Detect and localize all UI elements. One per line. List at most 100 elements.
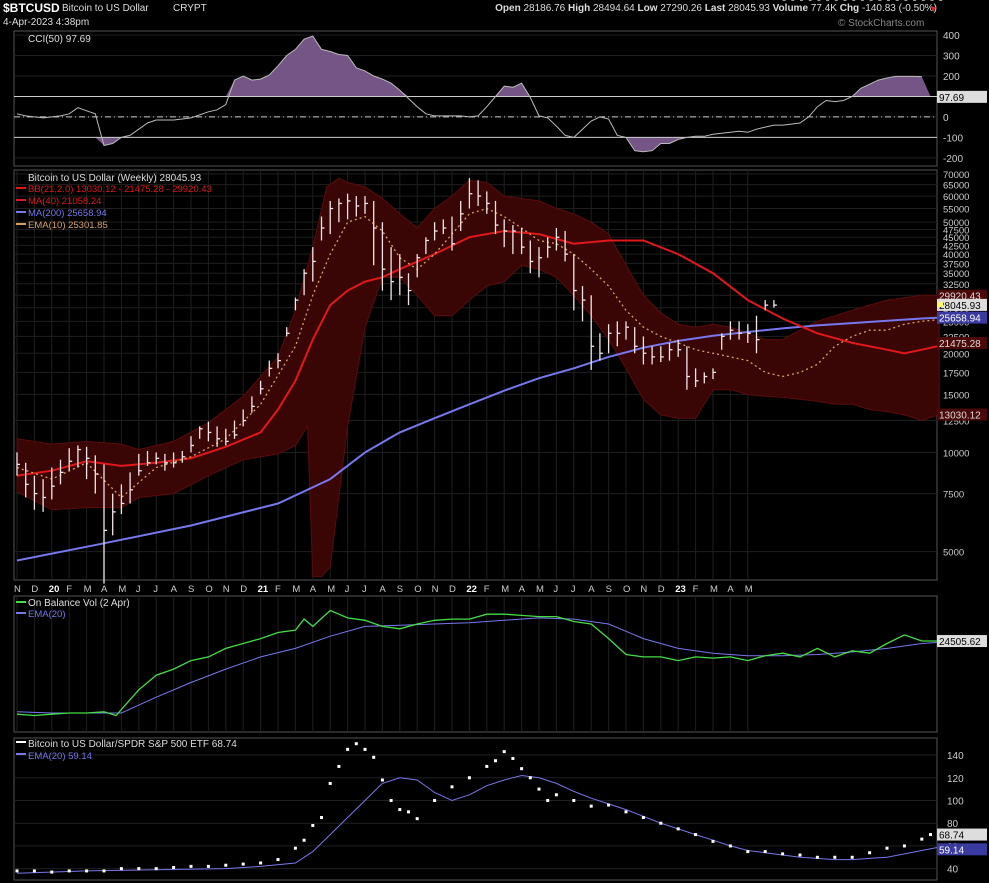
- ratio-point-45: [607, 803, 611, 807]
- x-axis-label-22: S: [397, 584, 403, 595]
- x-axis-label-15: F: [275, 584, 281, 595]
- x-axis-label-39: F: [693, 584, 699, 595]
- price-tick-1: 65000: [943, 181, 969, 192]
- ratio-point-43: [572, 798, 576, 802]
- x-axis-label-37: D: [658, 584, 665, 595]
- x-axis-label-33: A: [588, 584, 595, 595]
- ratio-tick-5: 40: [947, 865, 959, 876]
- price-last-label: 28045.93: [939, 301, 981, 312]
- cci-tick-5: -100: [943, 133, 963, 144]
- obv-legend-swatch: [16, 601, 26, 603]
- price-tick-20: 10000: [943, 448, 969, 459]
- x-axis-label-31: J: [553, 584, 558, 595]
- price-tick-18: 15000: [943, 390, 969, 401]
- ratio-point-57: [815, 855, 819, 859]
- x-axis-label-0: N: [14, 584, 21, 595]
- ratio-panel: [13, 737, 938, 881]
- price-bb-mid-label: 21475.28: [939, 339, 981, 350]
- x-axis-label-29: A: [519, 584, 526, 595]
- ratio-point-63: [920, 837, 924, 841]
- cci-tick-4: 0: [943, 113, 949, 124]
- ratio-point-41: [546, 798, 550, 802]
- price-legend-0: BB(21,2.0) 13030.12 - 21475.28 - 29920.4…: [28, 184, 212, 195]
- ratio-point-19: [320, 816, 323, 820]
- x-axis-label-24: N: [432, 584, 439, 595]
- x-axis-label-6: M: [118, 584, 126, 595]
- x-axis-label-18: M: [327, 584, 335, 595]
- ratio-point-30: [415, 817, 419, 821]
- ratio-point-22: [346, 747, 350, 751]
- ratio-tick-3: 80: [947, 819, 959, 830]
- price-tick-21: 7500: [943, 490, 964, 501]
- x-axis-label-5: A: [101, 584, 108, 595]
- cci-tick-1: 300: [943, 52, 960, 63]
- x-axis-label-14: 21: [258, 584, 269, 595]
- ratio-point-13: [241, 862, 245, 866]
- price-legend-swatch-2: [16, 211, 26, 213]
- ratio-point-34: [485, 764, 489, 768]
- ratio-point-60: [868, 851, 872, 855]
- price-bb-lower-label: 13030.12: [939, 411, 981, 422]
- ratio-point-18: [311, 823, 315, 827]
- x-axis-label-7: J: [136, 584, 141, 595]
- ratio-point-29: [407, 810, 410, 814]
- x-axis-label-36: N: [640, 584, 647, 595]
- ratio-legend-swatch: [16, 741, 26, 743]
- ratio-tick-1: 120: [947, 774, 964, 785]
- ratio-tick-2: 100: [947, 796, 964, 807]
- ratio-point-33: [467, 776, 471, 780]
- ratio-point-6: [119, 867, 123, 871]
- ratio-point-39: [528, 776, 532, 780]
- x-axis-label-13: D: [240, 584, 247, 595]
- price-legend-swatch-3: [16, 223, 26, 225]
- ratio-point-14: [259, 861, 263, 865]
- ratio-point-49: [676, 827, 680, 831]
- ratio-point-46: [624, 810, 628, 814]
- ratio-point-36: [502, 750, 506, 754]
- cci-legend: CCI(50) 97.69: [28, 34, 91, 45]
- x-axis-label-10: S: [188, 584, 194, 595]
- x-axis-label-23: O: [414, 584, 421, 595]
- x-axis-label-17: A: [310, 584, 317, 595]
- ratio-point-40: [537, 787, 541, 791]
- ratio-point-24: [363, 747, 367, 751]
- x-axis-label-35: O: [623, 584, 630, 595]
- ratio-point-8: [154, 867, 158, 871]
- ratio-point-9: [172, 866, 176, 870]
- ratio-point-51: [711, 839, 715, 843]
- ratio-point-44: [589, 804, 593, 808]
- ratio-point-59: [850, 855, 854, 859]
- price-legend-swatch-0: [16, 187, 26, 189]
- x-axis-label-26: 22: [466, 584, 477, 595]
- ratio-point-64: [929, 833, 932, 837]
- ratio-point-52: [728, 844, 732, 848]
- ratio-point-35: [494, 759, 497, 763]
- price-legend-swatch-1: [16, 199, 26, 201]
- ratio-point-17: [302, 838, 306, 842]
- cci-tick-6: -200: [943, 154, 963, 165]
- ratio-point-53: [746, 850, 750, 854]
- ratio-point-2: [50, 870, 54, 874]
- x-axis-label-32: J: [571, 584, 576, 595]
- ratio-point-56: [798, 853, 802, 857]
- obv-last-label: 24505.62: [939, 637, 981, 648]
- ratio-point-28: [398, 808, 402, 812]
- price-last-marker: [937, 301, 944, 307]
- ratio-point-10: [189, 864, 193, 868]
- price-tick-22: 5000: [943, 548, 964, 559]
- ratio-point-62: [902, 844, 906, 848]
- price-ma200-label: 25658.94: [939, 314, 981, 325]
- price-legend-3: EMA(10) 25301.85: [28, 220, 108, 231]
- cci-tick-0: 400: [943, 31, 960, 42]
- ratio-point-42: [554, 793, 558, 797]
- x-axis-label-1: D: [31, 584, 38, 595]
- ratio-point-47: [641, 816, 645, 820]
- price-tick-17: 17500: [943, 368, 969, 379]
- ratio-point-7: [137, 867, 141, 871]
- x-axis-label-40: M: [710, 584, 718, 595]
- ratio-point-11: [206, 864, 210, 868]
- x-axis-label-21: A: [379, 584, 386, 595]
- ratio-point-4: [85, 869, 89, 873]
- ratio-point-0: [15, 869, 19, 873]
- price-tick-10: 35000: [943, 269, 969, 280]
